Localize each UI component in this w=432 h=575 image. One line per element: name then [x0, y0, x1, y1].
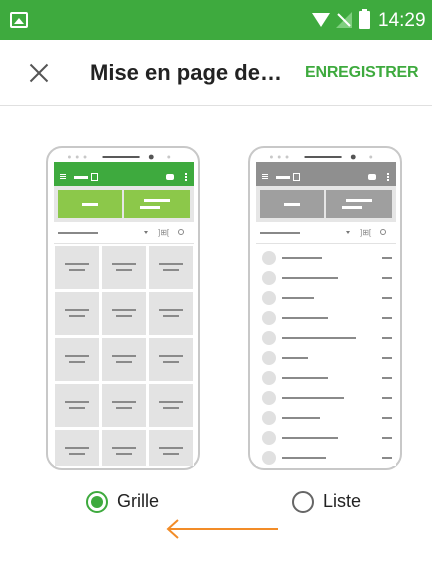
save-button[interactable]: ENREGISTRER	[305, 64, 419, 82]
page-title: Mise en page de…	[90, 60, 282, 85]
close-icon[interactable]	[28, 62, 50, 84]
signal-icon	[336, 12, 352, 28]
app-bar: Mise en page de… ENREGISTRER	[0, 40, 432, 106]
arrow-left-icon	[166, 519, 278, 539]
wifi-icon	[312, 13, 330, 27]
radio-checked-icon	[86, 491, 108, 513]
list-preview-screen: ]⊞[	[256, 162, 396, 466]
grid-layout-preview[interactable]: ]⊞[	[46, 146, 200, 470]
grid-preview-screen: ]⊞[	[54, 162, 194, 466]
phone-speaker-icon	[67, 154, 171, 160]
phone-speaker-icon	[269, 154, 373, 160]
status-time: 14:29	[378, 10, 426, 31]
image-icon	[10, 12, 28, 28]
battery-icon	[359, 9, 370, 29]
radio-unchecked-icon	[292, 491, 314, 513]
list-layout-preview[interactable]: ]⊞[	[248, 146, 402, 470]
grid-radio-label: Grille	[117, 491, 160, 511]
list-radio-label: Liste	[323, 491, 362, 511]
status-bar: 14:29	[0, 0, 432, 40]
